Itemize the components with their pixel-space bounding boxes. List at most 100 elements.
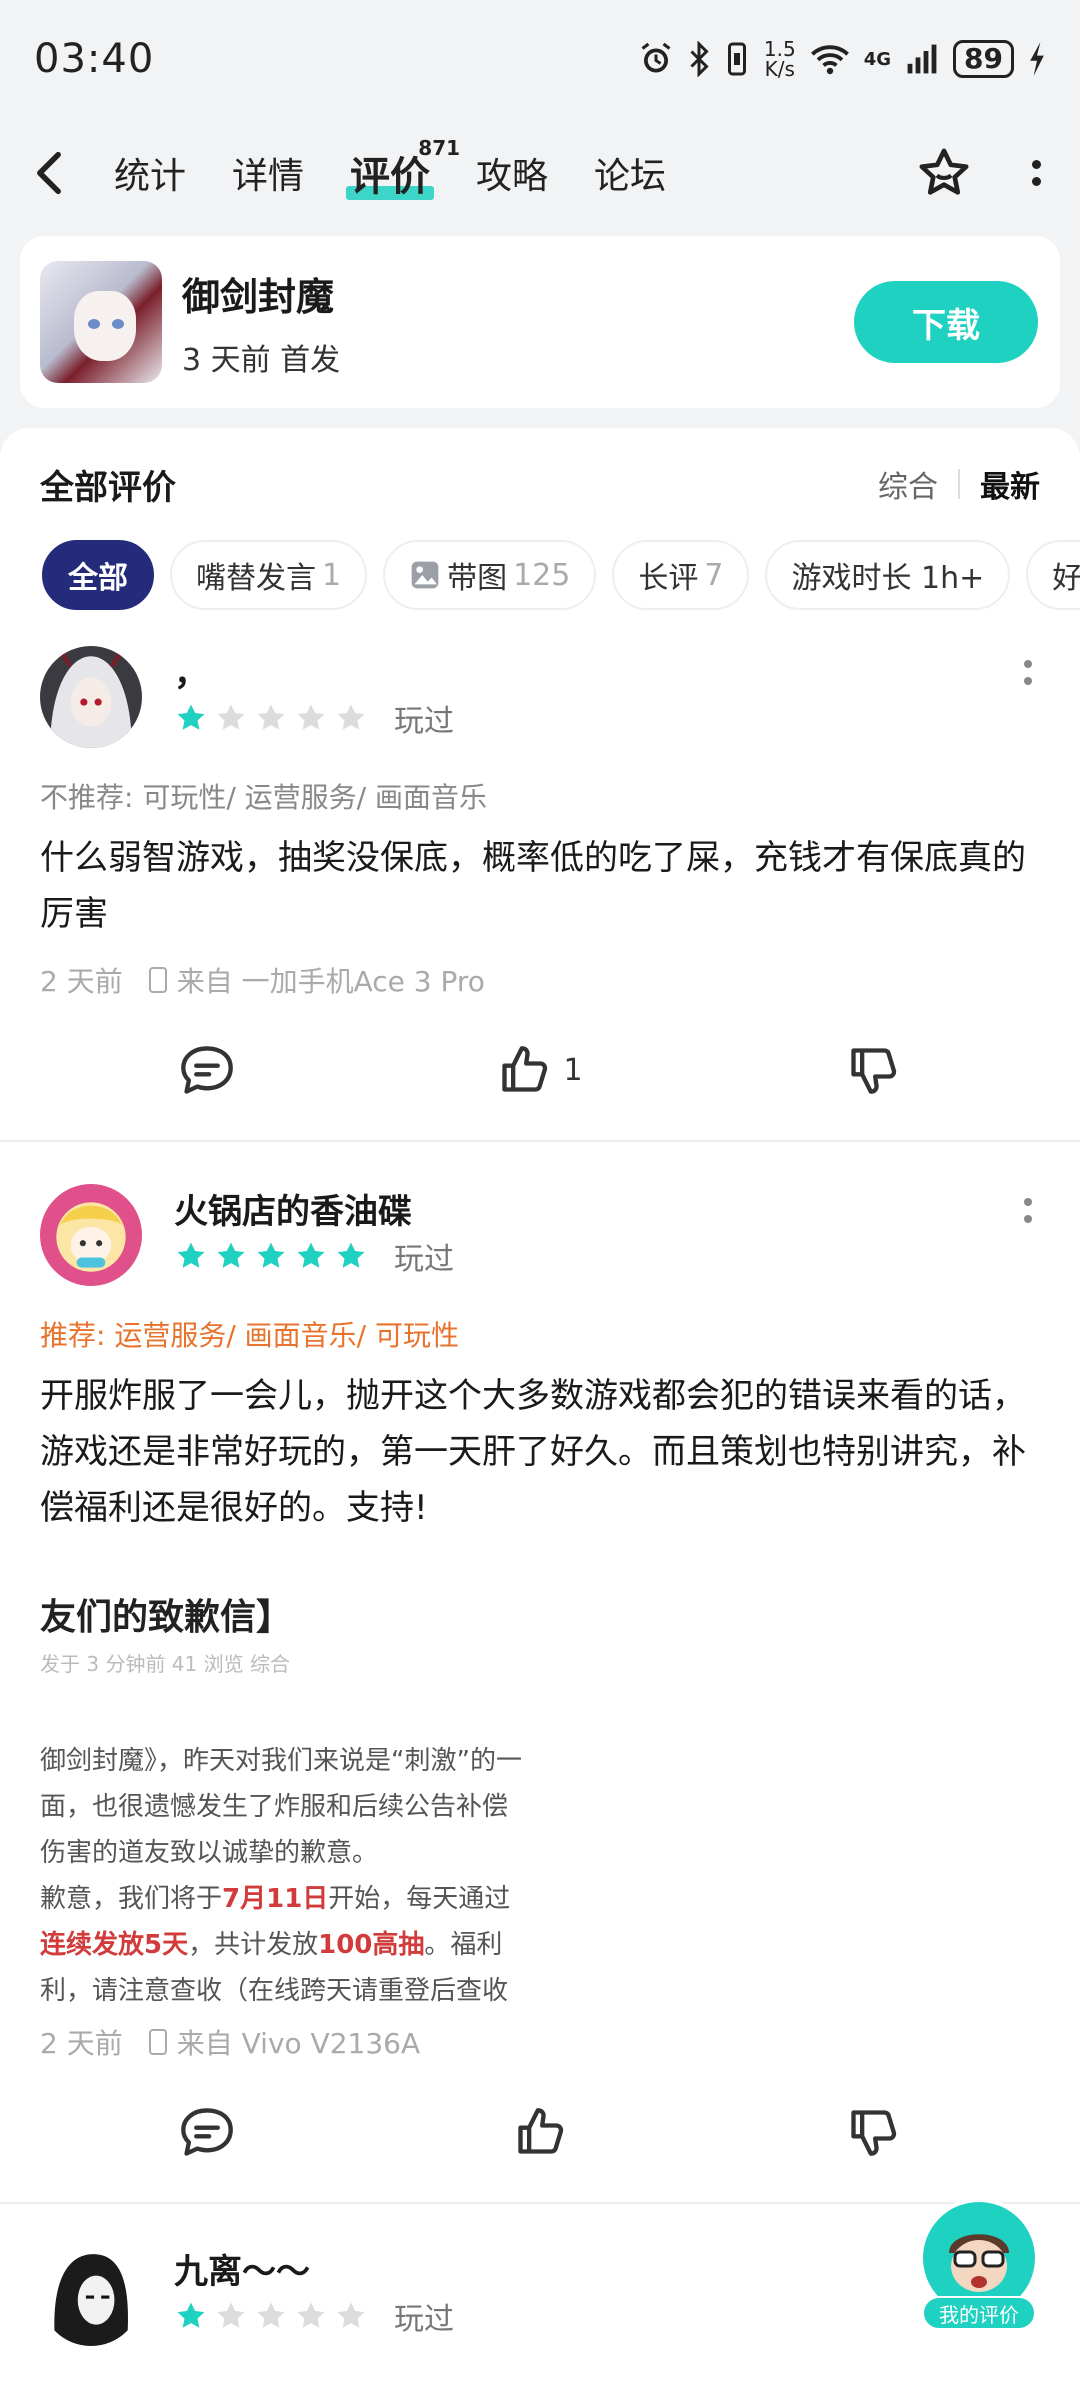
star-empty-icon — [297, 704, 325, 730]
alarm-icon — [641, 42, 671, 73]
app-icon — [40, 261, 162, 383]
star-rating — [174, 701, 368, 735]
chip-positive[interactable]: 好评 — [1026, 540, 1080, 610]
star-filled-icon — [217, 1242, 245, 1268]
bluetooth-icon — [690, 41, 709, 77]
like-count: 1 — [563, 1052, 583, 1088]
star-empty-icon — [337, 704, 365, 730]
sort-latest[interactable]: 最新 — [980, 462, 1040, 506]
my-review-label: 我的评价 — [922, 2296, 1036, 2330]
review-verdict: 推荐: 运营服务/ 画面音乐/ 可玩性 — [40, 1319, 460, 1352]
review-username: ， — [174, 654, 208, 694]
tab-forum[interactable]: 论坛 — [594, 138, 666, 208]
comment-button[interactable] — [40, 1044, 373, 1096]
dislike-button[interactable] — [707, 1044, 1040, 1096]
favorite-star-icon[interactable] — [916, 145, 972, 201]
review-more-icon[interactable] — [1018, 660, 1038, 685]
like-button[interactable] — [373, 2106, 706, 2158]
star-filled-icon — [177, 2302, 205, 2328]
tab-bar: 统计 详情 评价 871 攻略 论坛 — [114, 136, 712, 208]
comment-button[interactable] — [40, 2106, 373, 2158]
review-image[interactable]: 友们的致歉信】 发于 3 分钟前 41 浏览 综合 御剑封魔》，昨天对我们来说是… — [40, 1572, 550, 2002]
star-filled-icon — [297, 1242, 325, 1268]
charging-icon — [1030, 42, 1044, 76]
signal-icon — [907, 44, 937, 74]
tab-statistics[interactable]: 统计 — [114, 138, 186, 208]
review-username: 九离～～ — [174, 2252, 310, 2292]
download-button[interactable]: 下载 — [854, 281, 1038, 363]
star-empty-icon — [337, 2302, 365, 2328]
star-empty-icon — [217, 2302, 245, 2328]
reviews-title: 全部评价 — [40, 467, 176, 508]
review-username: 火锅店的香油碟 — [174, 1192, 412, 1232]
played-label: 玩过 — [394, 2302, 454, 2337]
star-empty-icon — [217, 704, 245, 730]
chip-all[interactable]: 全部 — [42, 540, 154, 610]
comment-icon — [180, 2108, 233, 2156]
review-footer: 2 天前 来自 Vivo V2136A — [40, 2022, 1040, 2062]
chevron-left-icon — [37, 151, 61, 195]
like-button[interactable]: 1 — [373, 1044, 706, 1096]
sort-comprehensive[interactable]: 综合 — [878, 462, 938, 506]
app-card[interactable]: 御剑封魔 3 天前 首发 下载 — [20, 236, 1060, 408]
avatar[interactable] — [40, 646, 142, 748]
review-item[interactable]: 火锅店的香油碟 玩过 推荐: 运营服务/ 画面音乐/ 可玩性 开服炸服了一会儿，… — [0, 1184, 1080, 2202]
net-speed: 1.5 K/s — [763, 37, 796, 81]
thumbs-up-icon — [518, 2108, 564, 2154]
app-release-info: 3 天前 首发 — [182, 342, 341, 378]
avatar[interactable] — [40, 2244, 142, 2346]
device-icon — [148, 2029, 167, 2055]
back-button[interactable] — [34, 143, 94, 203]
device-icon — [148, 967, 167, 993]
comment-icon — [180, 1046, 233, 1094]
review-image-meta: 发于 3 分钟前 41 浏览 综合 — [40, 1652, 290, 1676]
tab-reviews[interactable]: 评价 871 — [346, 136, 460, 208]
tab-details[interactable]: 详情 — [232, 138, 304, 208]
star-empty-icon — [257, 2302, 285, 2328]
star-rating — [174, 2299, 368, 2333]
dislike-button[interactable] — [707, 2106, 1040, 2158]
played-label: 玩过 — [394, 704, 454, 739]
wifi-icon — [810, 45, 849, 75]
review-device: 来自 一加手机Ace 3 Pro — [176, 965, 485, 998]
tab-guides[interactable]: 攻略 — [476, 138, 548, 208]
review-count-badge: 871 — [418, 136, 461, 160]
star-empty-icon — [297, 2302, 325, 2328]
star-filled-icon — [257, 1242, 285, 1268]
chip-playtime[interactable]: 游戏时长 1h+ — [765, 540, 1011, 610]
vibrate-icon — [727, 42, 746, 76]
chip-with-image[interactable]: 带图 125 — [383, 540, 597, 610]
review-image-title: 友们的致歉信】 — [40, 1597, 293, 1638]
image-icon — [411, 561, 439, 589]
thumbs-up-icon — [502, 1046, 548, 1092]
chip-quote[interactable]: 嘴替发言 1 — [170, 540, 368, 610]
reviews-panel: 全部评价 综合 最新 全部 嘴替发言 1 带图 125 长评 7 游戏时长 1h+ 好… — [0, 428, 1080, 2400]
divider — [0, 1140, 1080, 1142]
star-empty-icon — [257, 704, 285, 730]
review-item[interactable]: ， 玩过 不推荐: 可玩性/ 运营服务/ 画面音乐 什么弱智游戏，抽奖没保底，概… — [0, 646, 1080, 1140]
star-filled-icon — [177, 704, 205, 730]
status-time: 03:40 — [34, 36, 155, 82]
review-more-icon[interactable] — [1018, 1198, 1038, 1223]
thumbs-down-icon — [851, 1048, 897, 1094]
sort-options: 综合 最新 — [878, 462, 1040, 506]
review-time: 2 天前 — [40, 2027, 123, 2060]
battery-indicator: 89 — [953, 40, 1014, 78]
star-filled-icon — [177, 1242, 205, 1268]
review-time: 2 天前 — [40, 965, 123, 998]
status-bar: 03:40 1.5 K/s 4G 89 — [0, 0, 1080, 118]
played-label: 玩过 — [394, 1242, 454, 1277]
avatar[interactable] — [40, 1184, 142, 1286]
review-image-body: 御剑封魔》，昨天对我们来说是“刺激”的一 面，也很遗憾发生了炸服和后续公告补偿 … — [40, 1746, 522, 2002]
review-verdict: 不推荐: 可玩性/ 运营服务/ 画面音乐 — [40, 781, 488, 814]
filter-chips: 全部 嘴替发言1 带图125 长评7 游戏时长 1h+ 好评 — [0, 540, 1080, 612]
my-review-button[interactable]: 我的评价 — [916, 2198, 1042, 2330]
review-footer: 2 天前 来自 一加手机Ace 3 Pro — [40, 960, 1040, 1000]
app-name: 御剑封魔 — [182, 274, 335, 319]
status-icons: 1.5 K/s 4G 89 — [638, 39, 1046, 79]
chip-long-review[interactable]: 长评 7 — [612, 540, 750, 610]
star-rating — [174, 1239, 368, 1273]
more-options-icon[interactable] — [1026, 160, 1046, 186]
review-text: 开服炸服了一会儿，抛开这个大多数游戏都会犯的错误来看的话，游戏还是非常好玩的，第… — [40, 1376, 1026, 1528]
review-actions — [40, 2062, 1040, 2202]
